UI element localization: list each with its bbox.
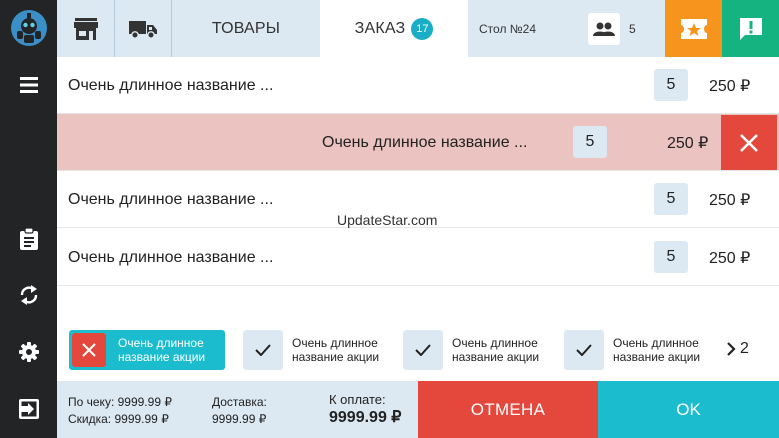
guests-button[interactable]: 5: [588, 0, 665, 57]
ticket-star-icon: [680, 18, 707, 39]
qty-button[interactable]: 5: [654, 69, 688, 101]
message-alert-icon: [739, 17, 762, 40]
delivery-button[interactable]: [115, 0, 171, 57]
more-promos-button[interactable]: 2: [726, 340, 749, 358]
promo-label: Очень длинное название акции: [613, 336, 701, 364]
item-name: Очень длинное название ...: [68, 76, 274, 94]
sync-icon[interactable]: [0, 272, 57, 318]
delete-item-button[interactable]: [721, 115, 777, 170]
table-selector[interactable]: Стол №24: [468, 0, 588, 57]
tab-goods[interactable]: ТОВАРЫ: [172, 0, 320, 57]
promo-button[interactable]: [665, 0, 722, 57]
discount-sum: Скидка: 9999.99 ₽: [68, 412, 169, 426]
item-price: 250 ₽: [709, 191, 751, 209]
check-icon: [243, 330, 283, 370]
pay-total: 9999.99 ₽: [329, 409, 402, 426]
top-bar: ТОВАРЫ ЗАКАЗ 17 Стол №24 5: [57, 0, 779, 57]
clipboard-icon[interactable]: [0, 216, 57, 262]
check-icon: [564, 330, 604, 370]
qty-button[interactable]: 5: [573, 126, 607, 158]
menu-icon[interactable]: [0, 62, 57, 108]
item-name: Очень длинное название ...: [68, 190, 274, 208]
chevron-right-icon: [727, 342, 736, 356]
order-row[interactable]: Очень длинное название ... 5 250 ₽: [57, 57, 779, 114]
table-label: Стол №24: [479, 21, 536, 36]
robot-logo-icon[interactable]: [0, 5, 57, 51]
cancel-button[interactable]: ОТМЕНА: [418, 381, 598, 438]
close-icon: [740, 133, 758, 152]
bottom-bar: По чеку: 9999.99 ₽ Скидка: 9999.99 ₽ Дос…: [57, 381, 779, 438]
truck-icon: [129, 20, 157, 39]
delivery-label: Доставка:: [212, 395, 267, 409]
item-name: Очень длинное название ...: [68, 248, 274, 266]
tab-order[interactable]: ЗАКАЗ 17: [320, 0, 468, 57]
store-button[interactable]: [57, 0, 114, 57]
item-name: Очень длинное название ...: [322, 133, 528, 151]
people-icon: [588, 12, 620, 45]
watermark: UpdateStar.com: [337, 212, 438, 228]
qty-button[interactable]: 5: [654, 183, 688, 215]
promo-label: Очень длинное название акции: [452, 336, 540, 364]
sidebar: [0, 0, 57, 438]
promo-chip[interactable]: Очень длинное название акции: [243, 330, 392, 370]
item-price: 250 ₽: [667, 134, 709, 152]
exit-icon[interactable]: [0, 386, 57, 432]
pay-label: К оплате:: [329, 392, 386, 407]
qty-button[interactable]: 5: [654, 241, 688, 273]
guest-count: 5: [629, 21, 636, 36]
promo-label: Очень длинное название акции: [292, 336, 380, 364]
delivery-value: 9999.99 ₽: [212, 412, 267, 426]
ok-button[interactable]: OK: [598, 381, 779, 438]
tab-goods-label: ТОВАРЫ: [211, 19, 281, 37]
promo-chip[interactable]: Очень длинное название акции: [564, 330, 713, 370]
item-price: 250 ₽: [709, 249, 751, 267]
store-icon: [73, 17, 98, 40]
remove-promo-button[interactable]: [72, 333, 106, 367]
promo-chip[interactable]: Очень длинное название акции: [403, 330, 552, 370]
gear-icon[interactable]: [0, 329, 57, 375]
promo-chip-active[interactable]: Очень длинное название акции: [69, 330, 225, 370]
promo-label: Очень длинное название акции: [118, 336, 206, 364]
check-icon: [403, 330, 443, 370]
item-price: 250 ₽: [709, 77, 751, 95]
order-row-selected[interactable]: Очень длинное название ... 5 250 ₽: [57, 114, 779, 171]
message-button[interactable]: [722, 0, 779, 57]
more-promos-count: 2: [740, 340, 749, 357]
close-icon: [82, 343, 96, 357]
order-row[interactable]: Очень длинное название ... 5 250 ₽: [57, 229, 779, 286]
order-count-badge: 17: [411, 17, 434, 40]
tab-order-label: ЗАКАЗ: [354, 19, 406, 37]
check-sum: По чеку: 9999.99 ₽: [68, 395, 172, 409]
